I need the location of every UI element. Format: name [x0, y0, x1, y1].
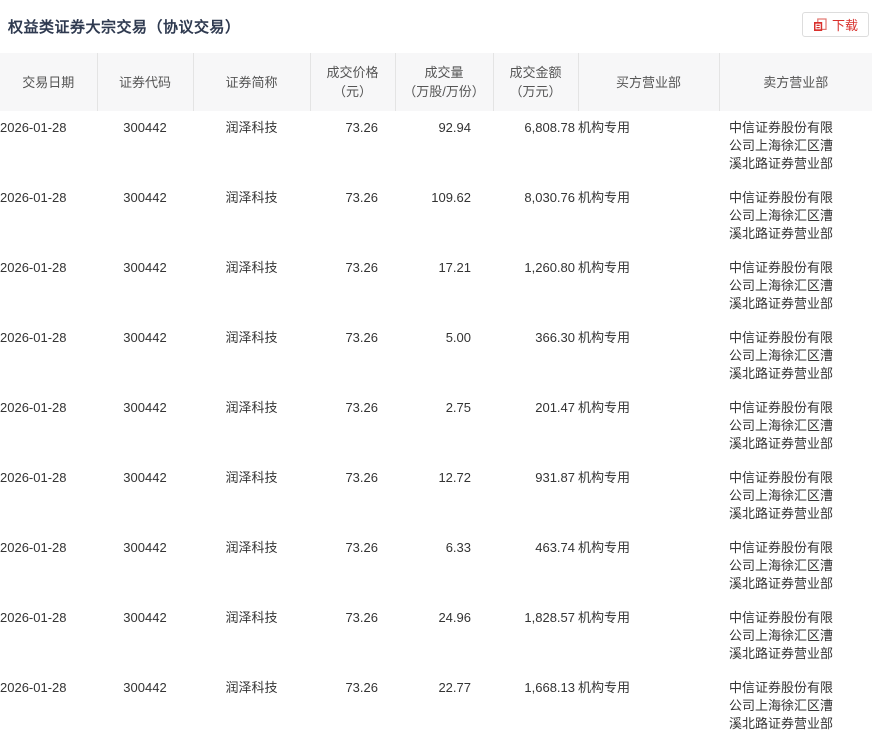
header-seller: 卖方营业部 — [719, 53, 872, 111]
cell-code: 300442 — [97, 601, 193, 671]
cell-code: 300442 — [97, 461, 193, 531]
table-row: 2026-01-28300442润泽科技73.2624.961,828.57机构… — [0, 601, 872, 671]
cell-price: 73.26 — [310, 111, 395, 181]
cell-price: 73.26 — [310, 531, 395, 601]
table-row: 2026-01-28300442润泽科技73.262.75201.47机构专用中… — [0, 391, 872, 461]
header-code: 证券代码 — [97, 53, 193, 111]
cell-buyer: 机构专用 — [578, 671, 719, 741]
cell-date: 2026-01-28 — [0, 181, 97, 251]
table-row: 2026-01-28300442润泽科技73.26109.628,030.76机… — [0, 181, 872, 251]
header-buyer: 买方营业部 — [578, 53, 719, 111]
cell-volume: 92.94 — [395, 111, 493, 181]
header-price: 成交价格 （元） — [310, 53, 395, 111]
header-date: 交易日期 — [0, 53, 97, 111]
cell-amount: 1,260.80 — [493, 251, 578, 321]
table-row: 2026-01-28300442润泽科技73.265.00366.30机构专用中… — [0, 321, 872, 391]
cell-buyer: 机构专用 — [578, 111, 719, 181]
header-name: 证券简称 — [193, 53, 310, 111]
cell-date: 2026-01-28 — [0, 321, 97, 391]
cell-seller: 中信证券股份有限公司上海徐汇区漕溪北路证券营业部 — [719, 251, 872, 321]
cell-amount: 463.74 — [493, 531, 578, 601]
cell-seller: 中信证券股份有限公司上海徐汇区漕溪北路证券营业部 — [719, 111, 872, 181]
table-row: 2026-01-28300442润泽科技73.266.33463.74机构专用中… — [0, 531, 872, 601]
cell-date: 2026-01-28 — [0, 391, 97, 461]
cell-date: 2026-01-28 — [0, 461, 97, 531]
cell-buyer: 机构专用 — [578, 321, 719, 391]
cell-seller: 中信证券股份有限公司上海徐汇区漕溪北路证券营业部 — [719, 461, 872, 531]
export-file-icon — [813, 18, 827, 32]
cell-code: 300442 — [97, 251, 193, 321]
cell-date: 2026-01-28 — [0, 531, 97, 601]
cell-name: 润泽科技 — [193, 321, 310, 391]
cell-price: 73.26 — [310, 251, 395, 321]
cell-code: 300442 — [97, 391, 193, 461]
cell-amount: 1,668.13 — [493, 671, 578, 741]
cell-volume: 2.75 — [395, 391, 493, 461]
cell-buyer: 机构专用 — [578, 181, 719, 251]
cell-name: 润泽科技 — [193, 111, 310, 181]
cell-name: 润泽科技 — [193, 251, 310, 321]
table-row: 2026-01-28300442润泽科技73.2612.72931.87机构专用… — [0, 461, 872, 531]
cell-amount: 931.87 — [493, 461, 578, 531]
cell-amount: 1,828.57 — [493, 601, 578, 671]
cell-buyer: 机构专用 — [578, 251, 719, 321]
cell-price: 73.26 — [310, 181, 395, 251]
cell-price: 73.26 — [310, 671, 395, 741]
cell-seller: 中信证券股份有限公司上海徐汇区漕溪北路证券营业部 — [719, 321, 872, 391]
cell-name: 润泽科技 — [193, 601, 310, 671]
top-bar: 权益类证券大宗交易（协议交易） 下载 — [0, 0, 872, 53]
cell-date: 2026-01-28 — [0, 251, 97, 321]
cell-seller: 中信证券股份有限公司上海徐汇区漕溪北路证券营业部 — [719, 531, 872, 601]
cell-name: 润泽科技 — [193, 391, 310, 461]
cell-seller: 中信证券股份有限公司上海徐汇区漕溪北路证券营业部 — [719, 601, 872, 671]
cell-name: 润泽科技 — [193, 671, 310, 741]
table-header-row: 交易日期 证券代码 证券简称 成交价格 （元） 成交量 （万股/万份） 成交金额… — [0, 53, 872, 111]
cell-code: 300442 — [97, 111, 193, 181]
cell-seller: 中信证券股份有限公司上海徐汇区漕溪北路证券营业部 — [719, 671, 872, 741]
cell-date: 2026-01-28 — [0, 111, 97, 181]
cell-buyer: 机构专用 — [578, 531, 719, 601]
cell-code: 300442 — [97, 671, 193, 741]
cell-code: 300442 — [97, 181, 193, 251]
cell-date: 2026-01-28 — [0, 671, 97, 741]
cell-amount: 366.30 — [493, 321, 578, 391]
cell-price: 73.26 — [310, 461, 395, 531]
table-row: 2026-01-28300442润泽科技73.2692.946,808.78机构… — [0, 111, 872, 181]
cell-volume: 17.21 — [395, 251, 493, 321]
cell-amount: 201.47 — [493, 391, 578, 461]
cell-name: 润泽科技 — [193, 181, 310, 251]
cell-volume: 109.62 — [395, 181, 493, 251]
cell-name: 润泽科技 — [193, 461, 310, 531]
cell-name: 润泽科技 — [193, 531, 310, 601]
cell-volume: 24.96 — [395, 601, 493, 671]
table-body: 2026-01-28300442润泽科技73.2692.946,808.78机构… — [0, 111, 872, 741]
block-trades-table: 交易日期 证券代码 证券简称 成交价格 （元） 成交量 （万股/万份） 成交金额… — [0, 53, 872, 741]
cell-volume: 5.00 — [395, 321, 493, 391]
table-row: 2026-01-28300442润泽科技73.2617.211,260.80机构… — [0, 251, 872, 321]
cell-price: 73.26 — [310, 601, 395, 671]
cell-code: 300442 — [97, 321, 193, 391]
table-row: 2026-01-28300442润泽科技73.2622.771,668.13机构… — [0, 671, 872, 741]
header-volume: 成交量 （万股/万份） — [395, 53, 493, 111]
cell-price: 73.26 — [310, 321, 395, 391]
cell-code: 300442 — [97, 531, 193, 601]
cell-date: 2026-01-28 — [0, 601, 97, 671]
page-title: 权益类证券大宗交易（协议交易） — [8, 16, 241, 37]
cell-buyer: 机构专用 — [578, 391, 719, 461]
download-button[interactable]: 下载 — [802, 12, 869, 37]
cell-buyer: 机构专用 — [578, 461, 719, 531]
cell-volume: 6.33 — [395, 531, 493, 601]
cell-buyer: 机构专用 — [578, 601, 719, 671]
cell-amount: 8,030.76 — [493, 181, 578, 251]
cell-amount: 6,808.78 — [493, 111, 578, 181]
cell-price: 73.26 — [310, 391, 395, 461]
cell-seller: 中信证券股份有限公司上海徐汇区漕溪北路证券营业部 — [719, 391, 872, 461]
download-button-label: 下载 — [832, 15, 858, 34]
cell-volume: 22.77 — [395, 671, 493, 741]
cell-volume: 12.72 — [395, 461, 493, 531]
cell-seller: 中信证券股份有限公司上海徐汇区漕溪北路证券营业部 — [719, 181, 872, 251]
header-amount: 成交金额 （万元） — [493, 53, 578, 111]
